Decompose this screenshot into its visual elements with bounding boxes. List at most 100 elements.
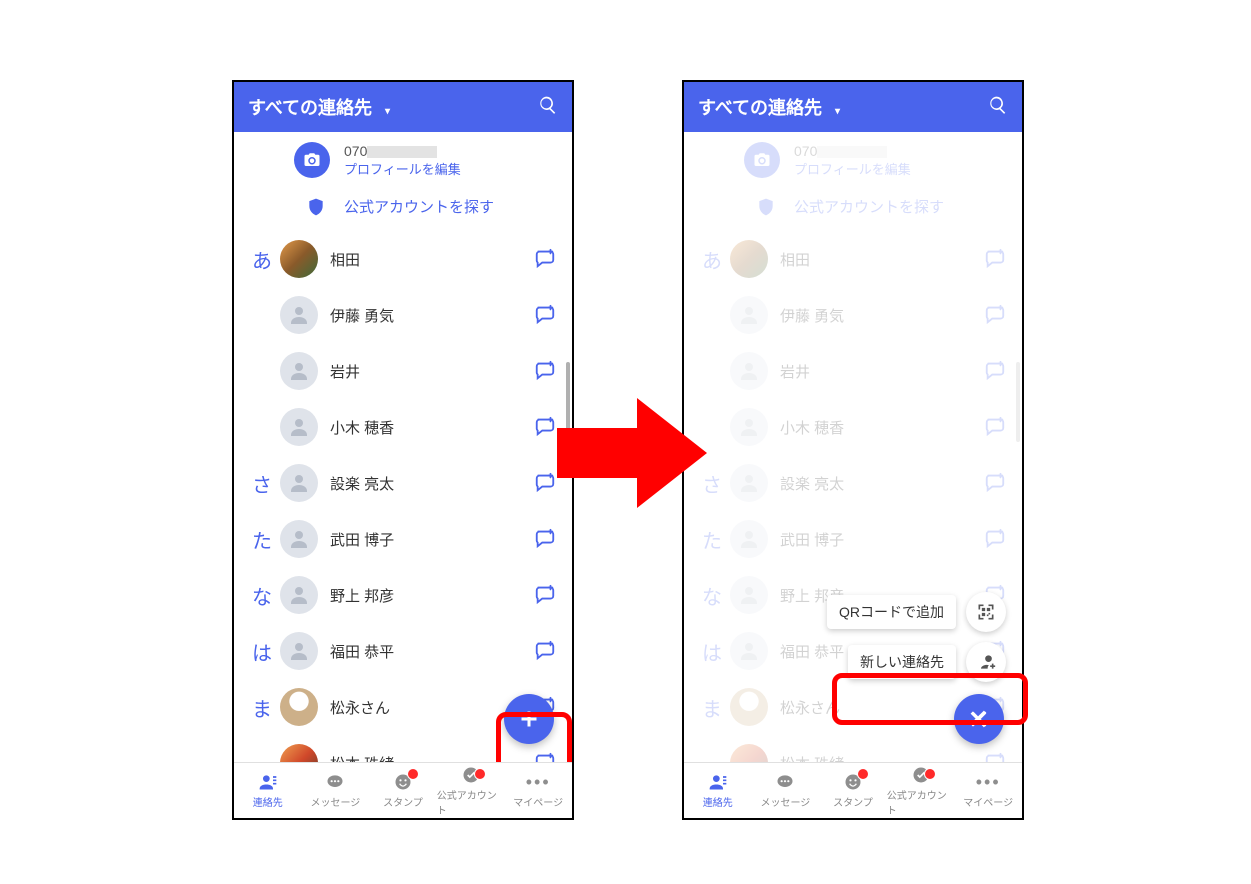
contact-name: 設楽 亮太 <box>330 473 534 494</box>
nav-label: マイページ <box>513 794 563 809</box>
qr-add-label: QRコードで追加 <box>827 595 956 629</box>
new-message-button[interactable] <box>534 303 558 327</box>
contact-row[interactable]: 小木 穂香 <box>234 399 572 455</box>
add-contact-fab[interactable] <box>504 694 554 744</box>
index-letter: さ <box>244 469 280 498</box>
nav-label: メッセージ <box>310 794 360 809</box>
new-message-button[interactable] <box>534 639 558 663</box>
search-icon <box>988 95 1008 115</box>
contact-row[interactable]: あ 相田 <box>234 231 572 287</box>
messages-icon <box>323 772 347 792</box>
find-official-account-row[interactable]: 公式アカウントを探す <box>234 188 572 231</box>
new-message-button[interactable] <box>534 527 558 551</box>
nav-mypage[interactable]: •••マイページ <box>954 763 1022 818</box>
nav-mypage[interactable]: ••• マイページ <box>504 763 572 818</box>
index-letter: あ <box>244 245 280 274</box>
contact-avatar <box>280 408 318 446</box>
nav-messages[interactable]: メッセージ <box>302 763 370 818</box>
fab-menu-item-qr[interactable]: QRコードで追加 <box>827 592 1006 632</box>
person-add-icon <box>976 652 996 672</box>
mypage-icon: ••• <box>526 772 550 792</box>
nav-label: 連絡先 <box>253 794 283 809</box>
contacts-scroll-area[interactable]: 070 プロフィールを編集 公式アカウントを探す あ相田伊藤 勇気岩井小木 穂香… <box>684 132 1022 762</box>
nav-label: マイページ <box>963 794 1013 809</box>
close-fab[interactable] <box>954 694 1004 744</box>
contacts-list: あ 相田伊藤 勇気岩井小木 穂香さ 設楽 亮太た武田 博子な 野上 邦彦は福田 恭平ま… <box>234 231 572 762</box>
contact-row[interactable]: さ 設楽 亮太 <box>234 455 572 511</box>
search-button[interactable] <box>988 95 1008 120</box>
new-message-button[interactable] <box>534 583 558 607</box>
edit-profile-link[interactable]: プロフィールを編集 <box>344 159 461 178</box>
phone-screen-before: すべての連絡先 ▾ 070 プロフィールを編集 公式アカウントを探す あ相田伊藤 <box>232 80 574 820</box>
contact-name: 福田 恭平 <box>330 641 534 662</box>
contact-row[interactable]: た武田 博子 <box>234 511 572 567</box>
contact-row[interactable]: な 野上 邦彦 <box>234 567 572 623</box>
contacts-scroll-area[interactable]: 070 プロフィールを編集 公式アカウントを探す あ 相田伊藤 勇気岩井小木 穂香… <box>234 132 572 762</box>
new-contact-button[interactable] <box>966 642 1006 682</box>
profile-photo-button[interactable] <box>294 142 330 178</box>
contact-name: 相田 <box>330 249 534 270</box>
notification-badge <box>474 768 486 780</box>
nav-stamps[interactable]: スタンプ <box>369 763 437 818</box>
find-official-account-label: 公式アカウントを探す <box>344 196 494 217</box>
contact-name: 武田 博子 <box>330 529 534 550</box>
new-contact-label: 新しい連絡先 <box>848 645 956 679</box>
contacts-icon <box>706 772 730 792</box>
contact-avatar <box>280 352 318 390</box>
contact-avatar <box>280 632 318 670</box>
nav-messages[interactable]: メッセージ <box>752 763 820 818</box>
transition-arrow <box>557 398 707 508</box>
close-icon <box>967 707 991 731</box>
chevron-down-icon: ▾ <box>385 106 390 117</box>
new-message-button[interactable] <box>534 471 558 495</box>
contacts-filter-dropdown[interactable]: すべての連絡先 ▾ <box>248 94 390 120</box>
contact-avatar <box>280 520 318 558</box>
header-title-text: すべての連絡先 <box>698 98 822 118</box>
nav-label: スタンプ <box>383 794 423 809</box>
qr-scan-icon <box>976 602 996 622</box>
phone-screen-after: すべての連絡先 ▾ 070 プロフィールを編集 公式アカウントを探す あ相田伊藤… <box>682 80 1024 820</box>
contact-name: 小木 穂香 <box>330 417 534 438</box>
contact-name: 松本 珠緒 <box>330 753 534 763</box>
my-phone-number: 070 <box>344 143 461 159</box>
fab-menu-item-new-contact[interactable]: 新しい連絡先 <box>848 642 1006 682</box>
header-bar: すべての連絡先 ▾ <box>234 82 572 132</box>
contact-avatar <box>280 576 318 614</box>
messages-icon <box>773 772 797 792</box>
nav-official[interactable]: 公式アカウント <box>437 763 505 818</box>
nav-contacts[interactable]: 連絡先 <box>684 763 752 818</box>
search-icon <box>538 95 558 115</box>
nav-stamps[interactable]: スタンプ <box>819 763 887 818</box>
nav-label: 公式アカウント <box>437 787 505 817</box>
search-button[interactable] <box>538 95 558 120</box>
my-profile-row[interactable]: 070 プロフィールを編集 <box>234 132 572 188</box>
contact-name: 岩井 <box>330 361 534 382</box>
nav-official[interactable]: 公式アカウント <box>887 763 955 818</box>
nav-contacts[interactable]: 連絡先 <box>234 763 302 818</box>
nav-label: メッセージ <box>760 794 810 809</box>
new-message-button[interactable] <box>534 247 558 271</box>
bottom-nav: 連絡先 メッセージ スタンプ公式アカウント ••• マイページ <box>234 762 572 818</box>
new-message-button[interactable] <box>534 415 558 439</box>
contact-avatar <box>280 296 318 334</box>
contact-avatar <box>280 240 318 278</box>
contact-row[interactable]: 岩井 <box>234 343 572 399</box>
index-letter: な <box>244 581 280 610</box>
new-message-button[interactable] <box>534 751 558 762</box>
nav-label: 連絡先 <box>703 794 733 809</box>
camera-icon <box>303 151 321 169</box>
verified-badge-icon <box>306 197 326 217</box>
redacted-number <box>367 146 437 158</box>
contact-row[interactable]: は福田 恭平 <box>234 623 572 679</box>
qr-add-button[interactable] <box>966 592 1006 632</box>
chevron-down-icon: ▾ <box>835 106 840 117</box>
notification-badge <box>407 768 419 780</box>
index-letter: ま <box>244 693 280 722</box>
contacts-filter-dropdown[interactable]: すべての連絡先 ▾ <box>698 94 840 120</box>
plus-icon <box>517 707 541 731</box>
contact-name: 野上 邦彦 <box>330 585 534 606</box>
contact-avatar <box>280 464 318 502</box>
contacts-icon <box>256 772 280 792</box>
new-message-button[interactable] <box>534 359 558 383</box>
contact-row[interactable]: 伊藤 勇気 <box>234 287 572 343</box>
